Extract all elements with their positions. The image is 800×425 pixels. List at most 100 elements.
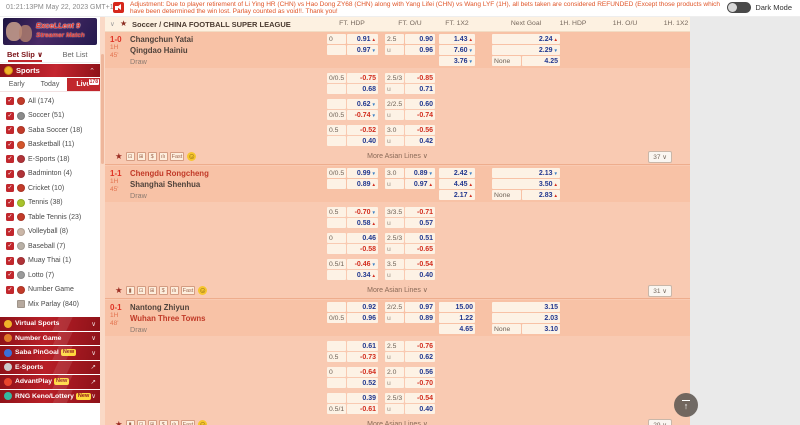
ou-line-cell[interactable]: u bbox=[385, 404, 404, 414]
sidebar-item-e-sports[interactable]: ✓E-Sports (18) bbox=[0, 152, 100, 167]
hdp-odds-cell[interactable]: 0.58▲ bbox=[347, 218, 378, 228]
screen-icon[interactable]: ⊡ bbox=[137, 286, 146, 295]
hdp-odds-cell[interactable]: 0.62▼ bbox=[347, 99, 378, 109]
hdp-odds-cell[interactable]: -0.74▼ bbox=[347, 110, 378, 120]
ou-odds-cell[interactable]: 0.57 bbox=[405, 218, 435, 228]
stats-icon[interactable]: ılı bbox=[170, 420, 179, 425]
hdp-odds-cell[interactable]: 0.68 bbox=[347, 84, 378, 94]
x12-odds-cell[interactable]: 1.43▲ bbox=[439, 34, 475, 44]
external-link-icon[interactable]: ↗ bbox=[91, 363, 96, 371]
checkbox-checked-icon[interactable]: ✓ bbox=[6, 242, 14, 250]
ou-line-cell[interactable]: 2.5 bbox=[385, 341, 404, 351]
hdp-odds-cell[interactable]: 0.40 bbox=[347, 136, 378, 146]
next-goal-odds-cell[interactable]: 2.03 bbox=[492, 313, 560, 323]
sidebar-item-lotto[interactable]: ✓Lotto (7) bbox=[0, 268, 100, 283]
hdp-line-cell[interactable]: 0.5/1 bbox=[327, 404, 346, 414]
ou-odds-cell[interactable]: 0.40 bbox=[405, 270, 435, 280]
checkbox-checked-icon[interactable]: ✓ bbox=[6, 97, 14, 105]
ou-line-cell[interactable]: 2/2.5 bbox=[385, 302, 404, 312]
ou-odds-cell[interactable]: 0.42 bbox=[405, 136, 435, 146]
stats-icon[interactable]: ılı bbox=[159, 152, 168, 161]
ou-odds-cell[interactable]: 0.51 bbox=[405, 233, 435, 243]
hdp-line-cell[interactable]: 0.5/1 bbox=[327, 259, 346, 269]
sidebar-item-volleyball[interactable]: ✓Volleyball (8) bbox=[0, 225, 100, 240]
sidebar-item-badminton[interactable]: ✓Badminton (4) bbox=[0, 167, 100, 182]
hdp-line-cell[interactable] bbox=[327, 302, 346, 312]
hdp-odds-cell[interactable]: -0.58 bbox=[347, 244, 378, 254]
hdp-line-cell[interactable] bbox=[327, 270, 346, 280]
ou-line-cell[interactable]: u bbox=[385, 352, 404, 362]
hdp-line-cell[interactable] bbox=[327, 393, 346, 403]
sports-section-header[interactable]: Sports ⌃ bbox=[0, 64, 100, 77]
ou-line-cell[interactable]: u bbox=[385, 110, 404, 120]
hdp-odds-cell[interactable]: -0.52 bbox=[347, 125, 378, 135]
ou-line-cell[interactable]: 3.0 bbox=[385, 125, 404, 135]
next-goal-draw-odds-cell[interactable]: 4.25 bbox=[522, 56, 560, 66]
hdp-line-cell[interactable] bbox=[327, 378, 346, 388]
dollar-icon[interactable]: $ bbox=[148, 152, 157, 161]
hdp-odds-cell[interactable]: -0.64 bbox=[347, 367, 378, 377]
ou-line-cell[interactable]: u bbox=[385, 378, 404, 388]
day-tab-live[interactable]: Live178 bbox=[67, 78, 100, 91]
smiley-icon[interactable]: ☺ bbox=[198, 286, 207, 295]
hdp-line-cell[interactable] bbox=[327, 341, 346, 351]
hdp-line-cell[interactable]: 0/0.5 bbox=[327, 110, 346, 120]
ou-odds-cell[interactable]: -0.54 bbox=[405, 259, 435, 269]
fast-icon[interactable]: Fast bbox=[181, 420, 196, 425]
checkbox-checked-icon[interactable]: ✓ bbox=[6, 228, 14, 236]
checkbox-checked-icon[interactable]: ✓ bbox=[6, 112, 14, 120]
favorite-star-icon[interactable]: ★ bbox=[120, 19, 127, 28]
hdp-odds-cell[interactable]: 0.52 bbox=[347, 378, 378, 388]
fast-icon[interactable]: Fast bbox=[181, 286, 196, 295]
chevron-down-icon[interactable]: ∨ bbox=[91, 349, 96, 357]
smiley-icon[interactable]: ☺ bbox=[198, 420, 207, 425]
checkbox-checked-icon[interactable]: ✓ bbox=[6, 286, 14, 294]
ou-line-cell[interactable]: u bbox=[385, 136, 404, 146]
grid-icon[interactable]: ⊞ bbox=[148, 420, 157, 425]
hdp-line-cell[interactable] bbox=[327, 136, 346, 146]
day-tab-today[interactable]: Today bbox=[33, 78, 66, 91]
banner-virtual-sports[interactable]: Virtual Sports∨ bbox=[0, 317, 100, 331]
external-link-icon[interactable]: ↗ bbox=[91, 378, 96, 386]
hdp-line-cell[interactable]: 0/0.5 bbox=[327, 168, 346, 178]
phone-icon[interactable]: ▮ bbox=[126, 420, 135, 425]
ou-odds-cell[interactable]: 0.60 bbox=[405, 99, 435, 109]
ou-odds-cell[interactable]: -0.74 bbox=[405, 110, 435, 120]
hdp-line-cell[interactable]: 0.5 bbox=[327, 125, 346, 135]
x12-draw-odds-cell[interactable]: 2.17▲ bbox=[439, 190, 475, 200]
ou-line-cell[interactable]: 2.5/3 bbox=[385, 73, 404, 83]
hdp-odds-cell[interactable]: 0.91▲ bbox=[347, 34, 378, 44]
market-count-dropdown[interactable]: 37 ∨ bbox=[648, 151, 672, 163]
checkbox-checked-icon[interactable]: ✓ bbox=[6, 257, 14, 265]
sidebar-item-number-game[interactable]: ✓Number Game bbox=[0, 283, 100, 298]
x12-odds-cell[interactable]: 7.60▼ bbox=[439, 45, 475, 55]
next-goal-none-cell[interactable]: None bbox=[492, 56, 521, 66]
screen-icon[interactable]: ⊡ bbox=[126, 152, 135, 161]
hdp-line-cell[interactable]: 0.5 bbox=[327, 352, 346, 362]
ou-line-cell[interactable]: 3.5 bbox=[385, 259, 404, 269]
hdp-odds-cell[interactable]: -0.73 bbox=[347, 352, 378, 362]
ou-line-cell[interactable]: 2.5/3 bbox=[385, 233, 404, 243]
favorite-star-icon[interactable]: ★ bbox=[115, 285, 123, 296]
ou-odds-cell[interactable]: 0.71 bbox=[405, 84, 435, 94]
x12-draw-odds-cell[interactable]: 4.65 bbox=[439, 324, 475, 334]
hdp-odds-cell[interactable]: 0.99▼ bbox=[347, 168, 378, 178]
next-goal-odds-cell[interactable]: 2.24▲ bbox=[492, 34, 560, 44]
dollar-icon[interactable]: $ bbox=[159, 286, 168, 295]
hdp-odds-cell[interactable]: 0.34▲ bbox=[347, 270, 378, 280]
scroll-to-top-button[interactable]: ↑ bbox=[674, 393, 698, 417]
next-goal-none-cell[interactable]: None bbox=[492, 324, 521, 334]
x12-odds-cell[interactable]: 15.00 bbox=[439, 302, 475, 312]
ou-line-cell[interactable]: 2/2.5 bbox=[385, 99, 404, 109]
ou-odds-cell[interactable]: 0.97 bbox=[405, 302, 435, 312]
next-goal-odds-cell[interactable]: 3.50▲ bbox=[492, 179, 560, 189]
more-asian-lines-link[interactable]: More Asian Lines ∨ bbox=[367, 152, 428, 160]
ou-odds-cell[interactable]: -0.54 bbox=[405, 393, 435, 403]
sidebar-item-tennis[interactable]: ✓Tennis (38) bbox=[0, 196, 100, 211]
x12-draw-odds-cell[interactable]: 3.76▼ bbox=[439, 56, 475, 66]
hdp-odds-cell[interactable]: 0.92 bbox=[347, 302, 378, 312]
next-goal-none-cell[interactable]: None bbox=[492, 190, 521, 200]
checkbox-checked-icon[interactable]: ✓ bbox=[6, 170, 14, 178]
checkbox-checked-icon[interactable]: ✓ bbox=[6, 213, 14, 221]
market-count-dropdown[interactable]: 29 ∨ bbox=[648, 419, 672, 425]
